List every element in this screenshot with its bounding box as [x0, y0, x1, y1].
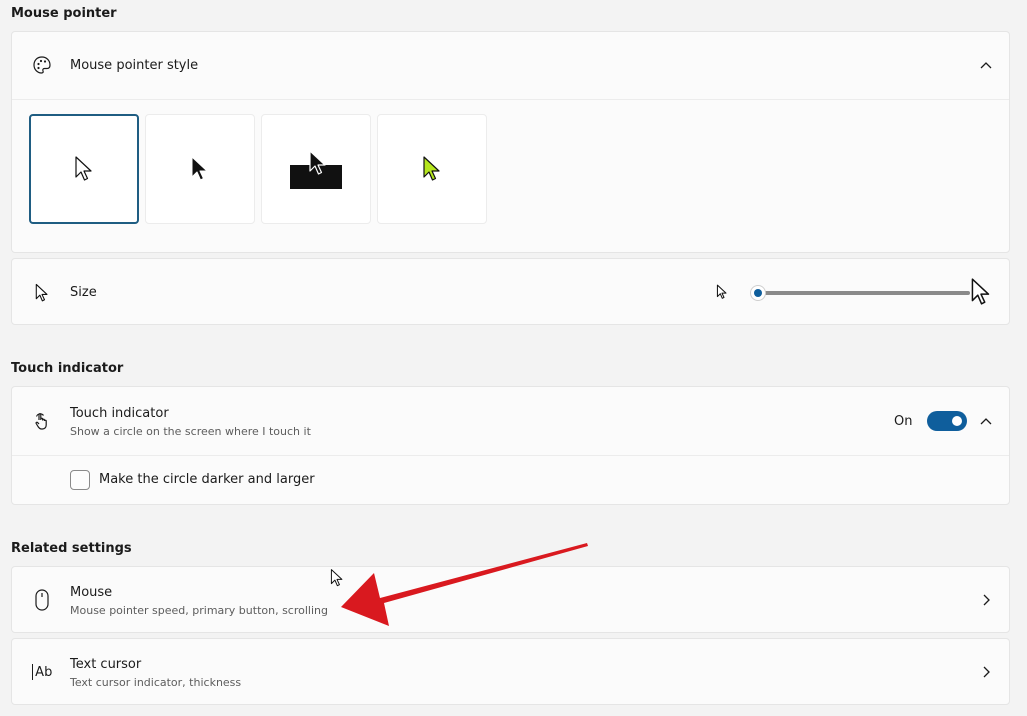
- annotation-arrow: [341, 543, 588, 626]
